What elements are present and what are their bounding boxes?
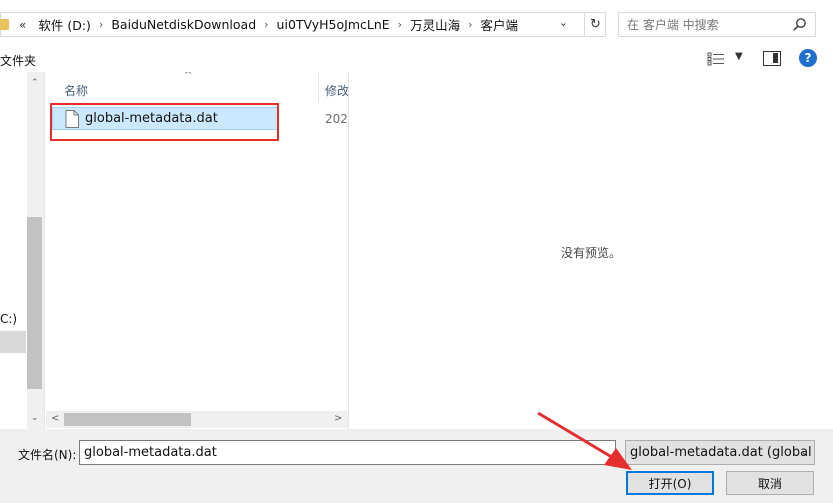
breadcrumb-overflow[interactable]: « xyxy=(19,18,26,32)
column-header-name[interactable]: 名称 xyxy=(64,82,88,99)
cancel-button[interactable]: 取消 xyxy=(726,471,814,495)
filename-input[interactable]: global-metadata.dat xyxy=(79,440,616,465)
preview-pane-icon[interactable] xyxy=(763,51,781,66)
no-preview-message: 没有预览。 xyxy=(561,246,622,260)
filetype-value: global-metadata.dat (global xyxy=(630,445,812,460)
breadcrumb-separator[interactable]: › xyxy=(394,18,406,31)
toolbar: 文件夹 ▼ ? xyxy=(0,48,833,72)
nav-item-drive-c[interactable]: C:) xyxy=(0,312,17,326)
breadcrumb-item[interactable]: BaiduNetdiskDownload xyxy=(107,17,260,32)
address-bar[interactable]: « 软件 (D:) › BaiduNetdiskDownload › ui0TV… xyxy=(0,12,585,37)
horizontal-scrollbar[interactable]: < > xyxy=(46,411,348,428)
breadcrumb-item[interactable]: 万灵山海 xyxy=(406,15,464,34)
search-input[interactable]: 在 客户端 中搜索 xyxy=(618,12,816,37)
view-options-icon[interactable] xyxy=(707,52,725,66)
horizontal-scrollbar-thumb[interactable] xyxy=(64,413,191,426)
nav-scrollbar-thumb[interactable] xyxy=(27,217,42,389)
filename-label: 文件名(N): xyxy=(18,448,77,462)
scroll-up-icon[interactable]: ⌃ xyxy=(31,78,39,88)
column-header-modified[interactable]: 修改 xyxy=(325,82,348,99)
new-folder-button[interactable]: 文件夹 xyxy=(0,52,36,69)
chevron-down-icon: ⌄ xyxy=(800,447,809,458)
scroll-down-icon[interactable]: ⌄ xyxy=(31,413,39,423)
breadcrumb-item[interactable]: 客户端 xyxy=(477,15,523,34)
breadcrumb-separator[interactable]: › xyxy=(464,18,476,31)
search-icon xyxy=(793,18,806,31)
sort-ascending-icon: ^ xyxy=(184,72,193,81)
refresh-button[interactable]: ↻ xyxy=(586,12,606,37)
breadcrumb-item[interactable]: 软件 (D:) xyxy=(34,15,95,34)
open-button[interactable]: 打开(O) xyxy=(626,471,714,495)
breadcrumb: 软件 (D:) › BaiduNetdiskDownload › ui0TVyH… xyxy=(34,15,522,34)
nav-item-selected[interactable] xyxy=(0,331,26,353)
annotation-highlight-box xyxy=(50,103,279,141)
address-dropdown-icon[interactable]: ⌄ xyxy=(559,16,568,29)
column-divider[interactable] xyxy=(318,72,319,102)
search-placeholder: 在 客户端 中搜索 xyxy=(627,18,719,32)
folder-icon xyxy=(0,19,9,30)
filetype-select[interactable]: global-metadata.dat (global ⌄ xyxy=(625,440,815,465)
scroll-right-icon[interactable]: > xyxy=(334,413,342,424)
breadcrumb-separator[interactable]: › xyxy=(260,18,272,31)
view-dropdown-icon[interactable]: ▼ xyxy=(735,51,743,62)
help-icon[interactable]: ? xyxy=(799,49,817,67)
breadcrumb-item[interactable]: ui0TVyH5oJmcLnE xyxy=(273,17,394,32)
address-row: « 软件 (D:) › BaiduNetdiskDownload › ui0TV… xyxy=(0,0,833,48)
preview-pane: 没有预览。 xyxy=(348,72,833,429)
file-modified-date: 202 xyxy=(325,112,348,126)
navigation-pane: C:) ⌃ ⌄ xyxy=(0,72,45,429)
nav-scrollbar[interactable]: ⌃ ⌄ xyxy=(27,72,44,429)
scroll-left-icon[interactable]: < xyxy=(51,413,59,424)
filename-value: global-metadata.dat xyxy=(84,445,217,460)
breadcrumb-separator[interactable]: › xyxy=(95,18,107,31)
column-header-row: ^ 名称 修改 xyxy=(46,72,348,104)
